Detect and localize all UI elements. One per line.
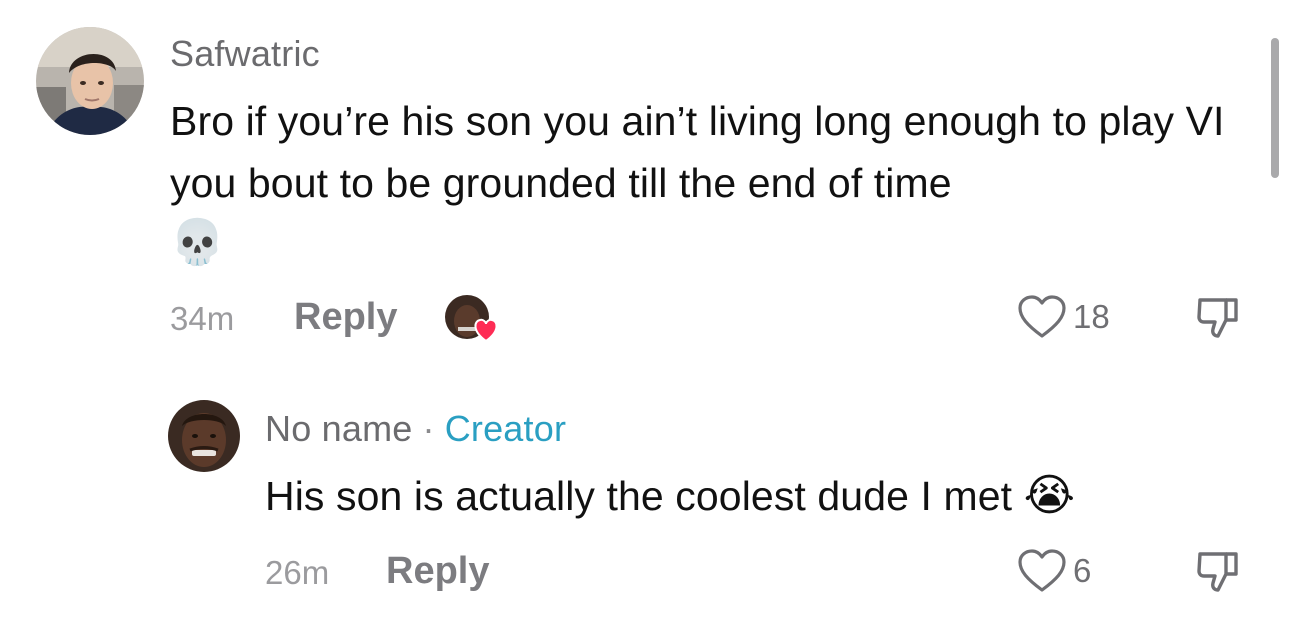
heart-outline-icon xyxy=(1018,549,1066,592)
like-count: 6 xyxy=(1073,552,1092,589)
avatar[interactable] xyxy=(168,400,240,472)
thumbs-down-icon xyxy=(1197,552,1238,592)
separator-dot: · xyxy=(422,408,435,449)
like-button[interactable]: 18 xyxy=(1017,294,1110,340)
heart-outline-icon xyxy=(1018,295,1066,338)
dislike-button[interactable] xyxy=(1194,294,1242,347)
creator-badge: Creator xyxy=(444,408,567,449)
dislike-button[interactable] xyxy=(1194,548,1242,601)
skull-emoji-icon: 💀 xyxy=(170,217,225,268)
comment-timestamp: 34m xyxy=(170,300,235,337)
comment-emoji: 💀 xyxy=(170,212,225,274)
reply-username-line: No name · Creator xyxy=(265,408,566,450)
comment-body: Bro if you’re his son you ain’t living l… xyxy=(170,98,1225,206)
comment-body: His son is actually the coolest dude I m… xyxy=(265,473,1013,519)
comment-username[interactable]: No name xyxy=(265,408,412,449)
like-button[interactable]: 6 xyxy=(1017,548,1091,594)
comment-timestamp: 26m xyxy=(265,554,330,591)
comment-text: Bro if you’re his son you ain’t living l… xyxy=(170,90,1260,214)
thumbs-down-icon xyxy=(1197,298,1238,338)
creator-liked-badge xyxy=(444,293,500,345)
creator-liked-heart-icon xyxy=(445,295,498,343)
scrollbar[interactable] xyxy=(1271,38,1279,178)
comment-text: His son is actually the coolest dude I m… xyxy=(265,465,1075,527)
loudly-crying-emoji-icon: 😭 xyxy=(1023,470,1076,521)
reply-button[interactable]: Reply xyxy=(294,296,397,339)
reply-button[interactable]: Reply xyxy=(386,550,489,593)
avatar[interactable] xyxy=(36,27,144,135)
comment-username[interactable]: Safwatric xyxy=(170,33,320,75)
like-count: 18 xyxy=(1073,298,1110,335)
